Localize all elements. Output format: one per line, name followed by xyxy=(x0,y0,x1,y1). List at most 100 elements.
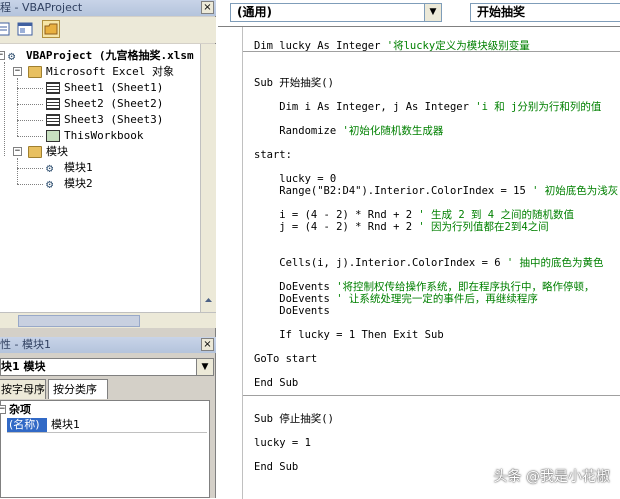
project-explorer-title: 程 - VBAProject xyxy=(0,1,83,14)
tree-connector xyxy=(17,136,43,137)
folder-icon xyxy=(28,146,42,158)
module-icon: ⚙ xyxy=(46,161,54,175)
code-comment: '将lucky定义为模块级别变量 xyxy=(386,40,530,52)
code-text: start: xyxy=(254,149,292,161)
project-explorer-toolbar xyxy=(0,17,216,43)
code-text: Sub 开始抽奖() xyxy=(254,77,334,89)
tree-connector xyxy=(17,158,18,184)
property-row-name[interactable]: (名称) 模块1 xyxy=(7,418,207,433)
code-line[interactable]: Cells(i, j).Interior.ColorIndex = 6 ' 抽中… xyxy=(254,256,604,270)
code-line[interactable]: Randomize '初始化随机数生成器 xyxy=(254,124,443,138)
code-window: (通用) ▼ 开始抽奖 Dim lucky As Integer '将lucky… xyxy=(218,0,620,499)
tree-item-label: 模块1 xyxy=(64,161,93,174)
view-code-button[interactable] xyxy=(0,20,12,38)
view-object-button[interactable] xyxy=(16,20,34,38)
tree-connector xyxy=(17,104,43,105)
worksheet-icon xyxy=(46,114,60,126)
tree-connector xyxy=(17,78,18,136)
code-comment: ' 初始底色为浅灰 xyxy=(532,185,619,197)
tree-item-label: Sheet2 (Sheet2) xyxy=(64,97,164,110)
code-text: Range("B2:D4").Interior.ColorIndex = 15 xyxy=(254,185,533,197)
code-line[interactable]: If lucky = 1 Then Exit Sub xyxy=(254,328,443,342)
code-line[interactable]: j = (4 - 2) * Rnd + 2 ' 因为行列值都在2到4之间 xyxy=(254,220,549,234)
module-icon: ⚙ xyxy=(46,177,54,191)
code-line[interactable]: lucky = 1 xyxy=(254,436,311,450)
code-line[interactable]: DoEvents xyxy=(254,304,330,318)
code-line[interactable]: Sub 开始抽奖() xyxy=(254,76,334,90)
code-comment: ' 抽中的底色为黄色 xyxy=(506,257,604,269)
code-text: End Sub xyxy=(254,377,299,389)
code-comment: ' 因为行列值都在2到4之间 xyxy=(418,221,549,233)
view-code-icon xyxy=(0,22,10,36)
tree-item-label: Sheet1 (Sheet1) xyxy=(64,81,164,94)
code-text: Dim i As Integer, j As Integer xyxy=(254,101,476,113)
tree-connector xyxy=(17,168,43,169)
collapse-toggle[interactable]: − xyxy=(0,405,6,414)
tree-connector xyxy=(17,184,43,185)
code-line[interactable]: Dim lucky As Integer '将lucky定义为模块级别变量 xyxy=(254,39,530,53)
code-text: DoEvents xyxy=(254,305,330,317)
properties-titlebar[interactable]: 性 - 模块1 × xyxy=(0,337,216,353)
code-text: Randomize xyxy=(254,125,343,137)
scroll-thumb[interactable] xyxy=(18,315,140,327)
category-label: 杂项 xyxy=(9,403,31,416)
toggle-folders-button[interactable] xyxy=(42,20,60,38)
tab-alphabetic[interactable]: 按字母序 xyxy=(0,379,46,399)
code-editor[interactable]: Dim lucky As Integer '将lucky定义为模块级别变量 Su… xyxy=(218,26,620,499)
project-tree: − ⚙ VBAProject (九宫格抽奖.xlsm − Microsoft E… xyxy=(0,44,200,312)
tree-connector xyxy=(17,120,43,121)
folder-icon xyxy=(28,66,42,78)
vba-project-icon: ⚙ xyxy=(8,49,16,63)
property-value: 模块1 xyxy=(51,418,80,431)
collapse-toggle[interactable]: − xyxy=(13,67,22,76)
code-margin xyxy=(218,27,243,499)
view-object-icon xyxy=(17,22,33,36)
properties-grid: − 杂项 (名称) 模块1 xyxy=(0,400,210,498)
tree-connector xyxy=(17,88,43,89)
properties-title: 性 - 模块1 xyxy=(0,338,51,351)
procedure-dropdown-value: 开始抽奖 xyxy=(477,5,526,19)
code-line[interactable]: GoTo start xyxy=(254,352,317,366)
tree-connector xyxy=(4,62,5,156)
procedure-dropdown[interactable]: 开始抽奖 xyxy=(470,3,620,22)
tree-item-label: VBAProject (九宫格抽奖.xlsm xyxy=(26,49,194,62)
properties-tabs: 按字母序 按分类序 xyxy=(0,379,216,399)
code-line[interactable]: start: xyxy=(254,148,292,162)
project-tree-vertical-scrollbar[interactable] xyxy=(200,44,216,312)
object-dropdown-value: (通用) xyxy=(237,5,272,19)
code-text: End Sub xyxy=(254,461,299,473)
code-line[interactable]: End Sub xyxy=(254,376,298,390)
object-dropdown[interactable]: (通用) ▼ xyxy=(230,3,442,22)
tree-item-label: ThisWorkbook xyxy=(64,129,144,142)
tab-categorized[interactable]: 按分类序 xyxy=(48,379,108,399)
code-comment: '初始化随机数生成器 xyxy=(342,125,444,137)
collapse-toggle[interactable]: − xyxy=(13,147,22,156)
code-line[interactable]: End Sub xyxy=(254,460,298,474)
code-comment: 'i 和 j分别为行和列的值 xyxy=(475,101,602,113)
chevron-down-icon[interactable]: ▼ xyxy=(424,4,441,21)
folder-icon xyxy=(44,23,58,35)
code-text: GoTo start xyxy=(254,353,318,365)
project-tree-horizontal-scrollbar[interactable] xyxy=(0,312,216,328)
code-line[interactable]: Dim i As Integer, j As Integer 'i 和 j分别为… xyxy=(254,100,601,114)
properties-object-value: 块1 模块 xyxy=(1,360,46,373)
watermark: 头条 @我是小花椒 xyxy=(493,469,610,485)
tree-item-label: Sheet3 (Sheet3) xyxy=(64,113,164,126)
project-explorer-close-button[interactable]: × xyxy=(201,1,214,14)
left-dock: 程 - VBAProject × − ⚙ VBAProject (九宫格抽奖.x… xyxy=(0,0,216,498)
workbook-icon xyxy=(46,130,60,142)
code-line[interactable]: Sub 停止抽奖() xyxy=(254,412,334,426)
project-explorer-titlebar[interactable]: 程 - VBAProject × xyxy=(0,0,216,16)
scroll-arrows-icon xyxy=(205,298,212,302)
properties-close-button[interactable]: × xyxy=(201,338,214,351)
tree-item-label: Microsoft Excel 对象 xyxy=(46,65,174,78)
properties-object-combo[interactable]: 块1 模块 ▼ xyxy=(0,358,214,376)
code-text: Cells(i, j).Interior.ColorIndex = 6 xyxy=(254,257,507,269)
category-row[interactable]: − 杂项 xyxy=(0,403,209,417)
collapse-toggle[interactable]: − xyxy=(0,51,5,60)
code-line[interactable]: Range("B2:D4").Interior.ColorIndex = 15 … xyxy=(254,184,618,198)
code-text: Sub 停止抽奖() xyxy=(254,413,334,425)
tree-item-label: 模块2 xyxy=(64,177,93,190)
chevron-down-icon[interactable]: ▼ xyxy=(196,359,213,375)
worksheet-icon xyxy=(46,98,60,110)
